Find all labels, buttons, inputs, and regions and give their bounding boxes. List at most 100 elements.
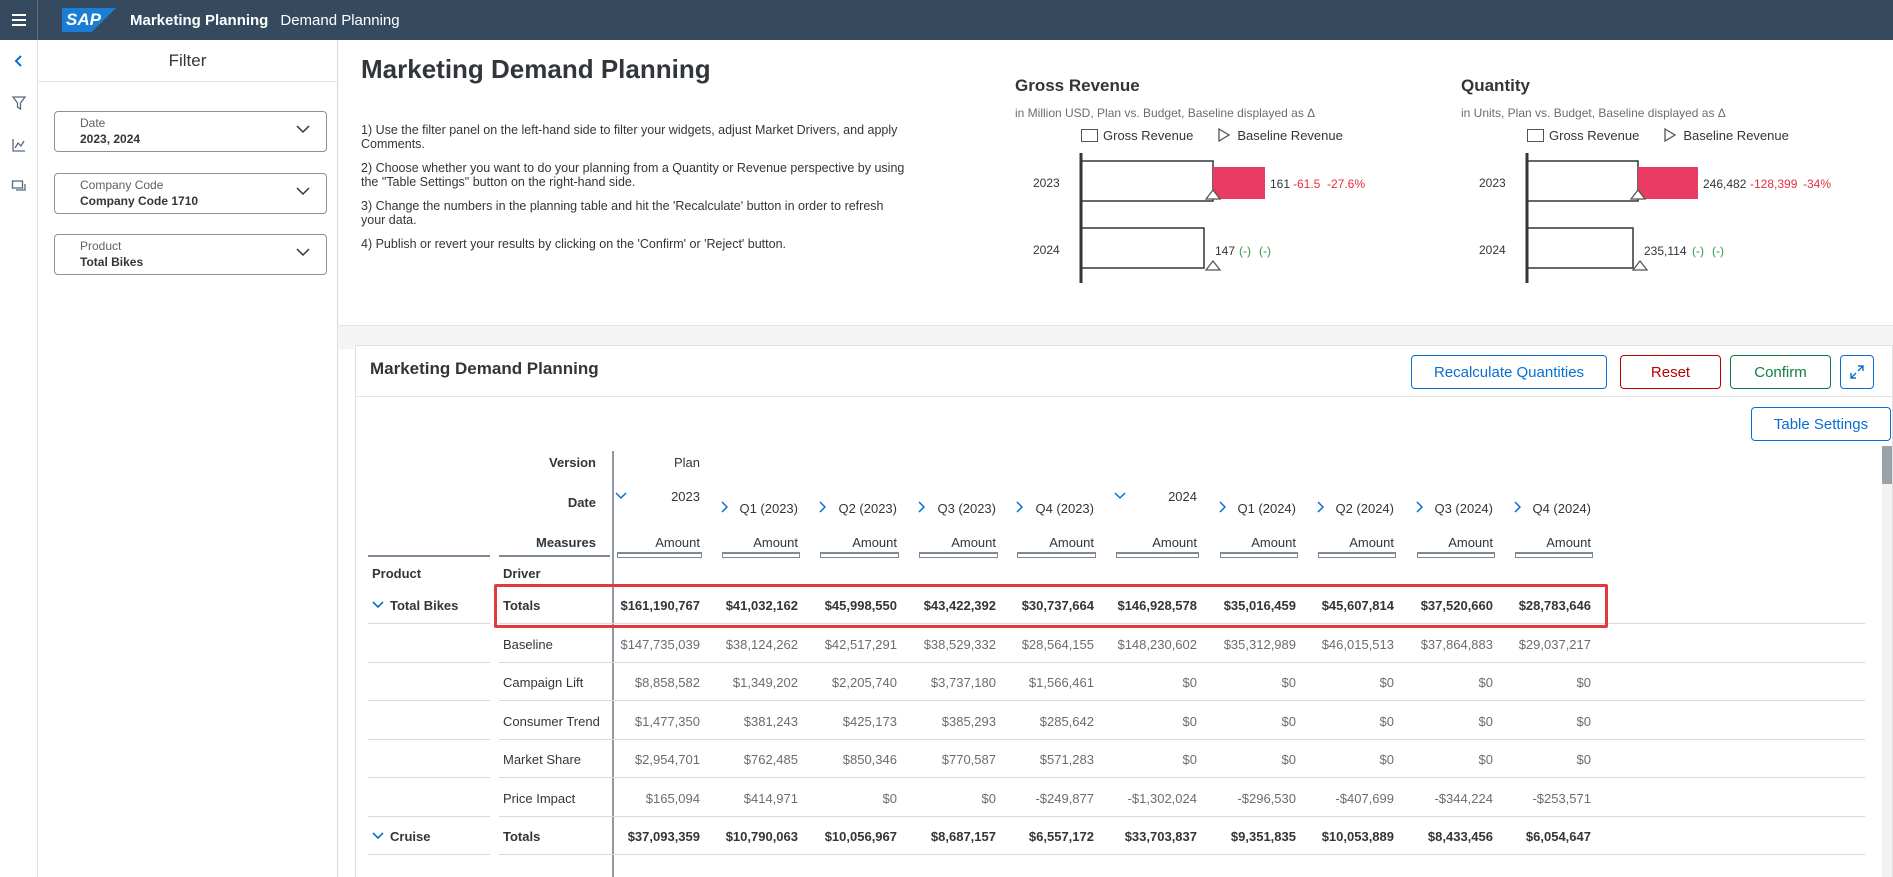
table-cell[interactable]: $850,346 [787, 752, 897, 767]
product-filter[interactable]: Product Total Bikes [54, 234, 327, 275]
scrollbar-thumb[interactable] [1882, 446, 1892, 484]
table-cell[interactable]: $46,015,513 [1284, 637, 1394, 652]
card-title: Marketing Demand Planning [370, 359, 599, 378]
table-cell[interactable]: $0 [886, 791, 996, 806]
chevron-down-icon[interactable] [615, 489, 627, 504]
table-cell[interactable]: $9,351,835 [1186, 829, 1296, 844]
row-divider [368, 623, 490, 624]
table-cell[interactable]: $28,564,155 [984, 637, 1094, 652]
table-cell[interactable]: $0 [1087, 752, 1197, 767]
table-cell[interactable]: $8,858,582 [590, 675, 700, 690]
table-cell[interactable]: $0 [1481, 752, 1591, 767]
table-cell[interactable]: $571,283 [984, 752, 1094, 767]
table-cell[interactable]: $10,790,063 [688, 829, 798, 844]
table-cell[interactable]: -$296,530 [1186, 791, 1296, 806]
comments-icon[interactable] [0, 166, 38, 208]
product-row-label[interactable]: Total Bikes [372, 598, 458, 613]
table-cell[interactable]: $0 [1284, 752, 1394, 767]
table-cell[interactable]: $0 [1383, 714, 1493, 729]
table-cell[interactable]: $414,971 [688, 791, 798, 806]
table-cell[interactable]: $1,349,202 [688, 675, 798, 690]
menu-icon[interactable] [0, 0, 38, 40]
table-cell[interactable]: $33,703,837 [1087, 829, 1197, 844]
table-cell[interactable]: $425,173 [787, 714, 897, 729]
chevron-right-icon[interactable] [1513, 501, 1522, 516]
sap-logo[interactable]: SAP [62, 8, 116, 32]
date-filter[interactable]: Date 2023, 2024 [54, 111, 327, 152]
table-cell[interactable]: $285,642 [984, 714, 1094, 729]
measure-label: Amount [1049, 535, 1094, 550]
table-cell[interactable]: $35,312,989 [1186, 637, 1296, 652]
scrollbar-track[interactable] [1882, 446, 1892, 877]
chevron-down-icon[interactable] [296, 124, 310, 134]
table-cell[interactable]: $10,053,889 [1284, 829, 1394, 844]
chevron-down-icon[interactable] [296, 186, 310, 196]
table-cell[interactable]: $0 [1481, 675, 1591, 690]
table-cell[interactable]: $0 [1087, 675, 1197, 690]
fullscreen-button[interactable] [1840, 355, 1874, 389]
table-cell[interactable]: $0 [1383, 752, 1493, 767]
table-cell[interactable]: $37,093,359 [590, 829, 700, 844]
company-code-filter[interactable]: Company Code Company Code 1710 [54, 173, 327, 214]
chevron-right-icon[interactable] [1415, 501, 1424, 516]
table-cell[interactable]: $0 [1186, 714, 1296, 729]
table-cell[interactable]: $3,737,180 [886, 675, 996, 690]
chevron-right-icon[interactable] [818, 501, 827, 516]
table-cell[interactable]: $42,517,291 [787, 637, 897, 652]
table-cell[interactable]: -$344,224 [1383, 791, 1493, 806]
row-divider [368, 815, 490, 817]
reset-button[interactable]: Reset [1620, 355, 1721, 389]
table-cell[interactable]: $29,037,217 [1481, 637, 1591, 652]
app-subtitle: Demand Planning [280, 11, 400, 29]
table-cell[interactable]: $0 [1383, 675, 1493, 690]
table-cell[interactable]: $8,687,157 [886, 829, 996, 844]
table-cell[interactable]: $38,124,262 [688, 637, 798, 652]
filter-icon[interactable] [0, 82, 38, 124]
table-cell[interactable]: $148,230,602 [1087, 637, 1197, 652]
product-row-label[interactable]: Cruise [372, 829, 430, 844]
chevron-down-icon[interactable] [372, 600, 384, 610]
table-cell[interactable]: $770,587 [886, 752, 996, 767]
chevron-down-icon[interactable] [372, 831, 384, 841]
table-cell[interactable]: -$253,571 [1481, 791, 1591, 806]
table-cell[interactable]: $0 [1284, 675, 1394, 690]
chevron-right-icon[interactable] [917, 501, 926, 516]
table-cell[interactable]: $8,433,456 [1383, 829, 1493, 844]
confirm-button[interactable]: Confirm [1730, 355, 1831, 389]
table-cell[interactable]: $38,529,332 [886, 637, 996, 652]
table-cell[interactable]: $385,293 [886, 714, 996, 729]
table-cell[interactable]: -$407,699 [1284, 791, 1394, 806]
table-cell[interactable]: $37,864,883 [1383, 637, 1493, 652]
table-cell[interactable]: $1,566,461 [984, 675, 1094, 690]
chevron-down-icon[interactable] [1114, 489, 1126, 504]
table-cell[interactable]: $1,477,350 [590, 714, 700, 729]
recalculate-quantities-button[interactable]: Recalculate Quantities [1411, 355, 1607, 389]
table-cell[interactable]: $2,205,740 [787, 675, 897, 690]
back-icon[interactable] [0, 40, 38, 82]
table-cell[interactable]: $762,485 [688, 752, 798, 767]
chevron-down-icon[interactable] [296, 247, 310, 257]
table-cell[interactable]: -$249,877 [984, 791, 1094, 806]
table-cell[interactable]: $0 [1186, 675, 1296, 690]
table-cell[interactable]: $0 [1481, 714, 1591, 729]
table-cell[interactable]: $2,954,701 [590, 752, 700, 767]
table-cell[interactable]: $6,054,647 [1481, 829, 1591, 844]
measure-label: Amount [1152, 535, 1197, 550]
table-cell[interactable]: $147,735,039 [590, 637, 700, 652]
chevron-right-icon[interactable] [1316, 501, 1325, 516]
chart-icon[interactable] [0, 124, 38, 166]
table-cell[interactable]: $0 [1284, 714, 1394, 729]
table-cell[interactable]: $0 [787, 791, 897, 806]
table-cell[interactable]: $0 [1186, 752, 1296, 767]
chevron-right-icon[interactable] [720, 501, 729, 516]
table-cell[interactable]: -$1,302,024 [1087, 791, 1197, 806]
bar-2024 [1526, 227, 1634, 269]
table-settings-button[interactable]: Table Settings [1751, 407, 1891, 441]
table-cell[interactable]: $0 [1087, 714, 1197, 729]
chevron-right-icon[interactable] [1015, 501, 1024, 516]
table-cell[interactable]: $10,056,967 [787, 829, 897, 844]
table-cell[interactable]: $165,094 [590, 791, 700, 806]
chevron-right-icon[interactable] [1218, 501, 1227, 516]
table-cell[interactable]: $6,557,172 [984, 829, 1094, 844]
table-cell[interactable]: $381,243 [688, 714, 798, 729]
